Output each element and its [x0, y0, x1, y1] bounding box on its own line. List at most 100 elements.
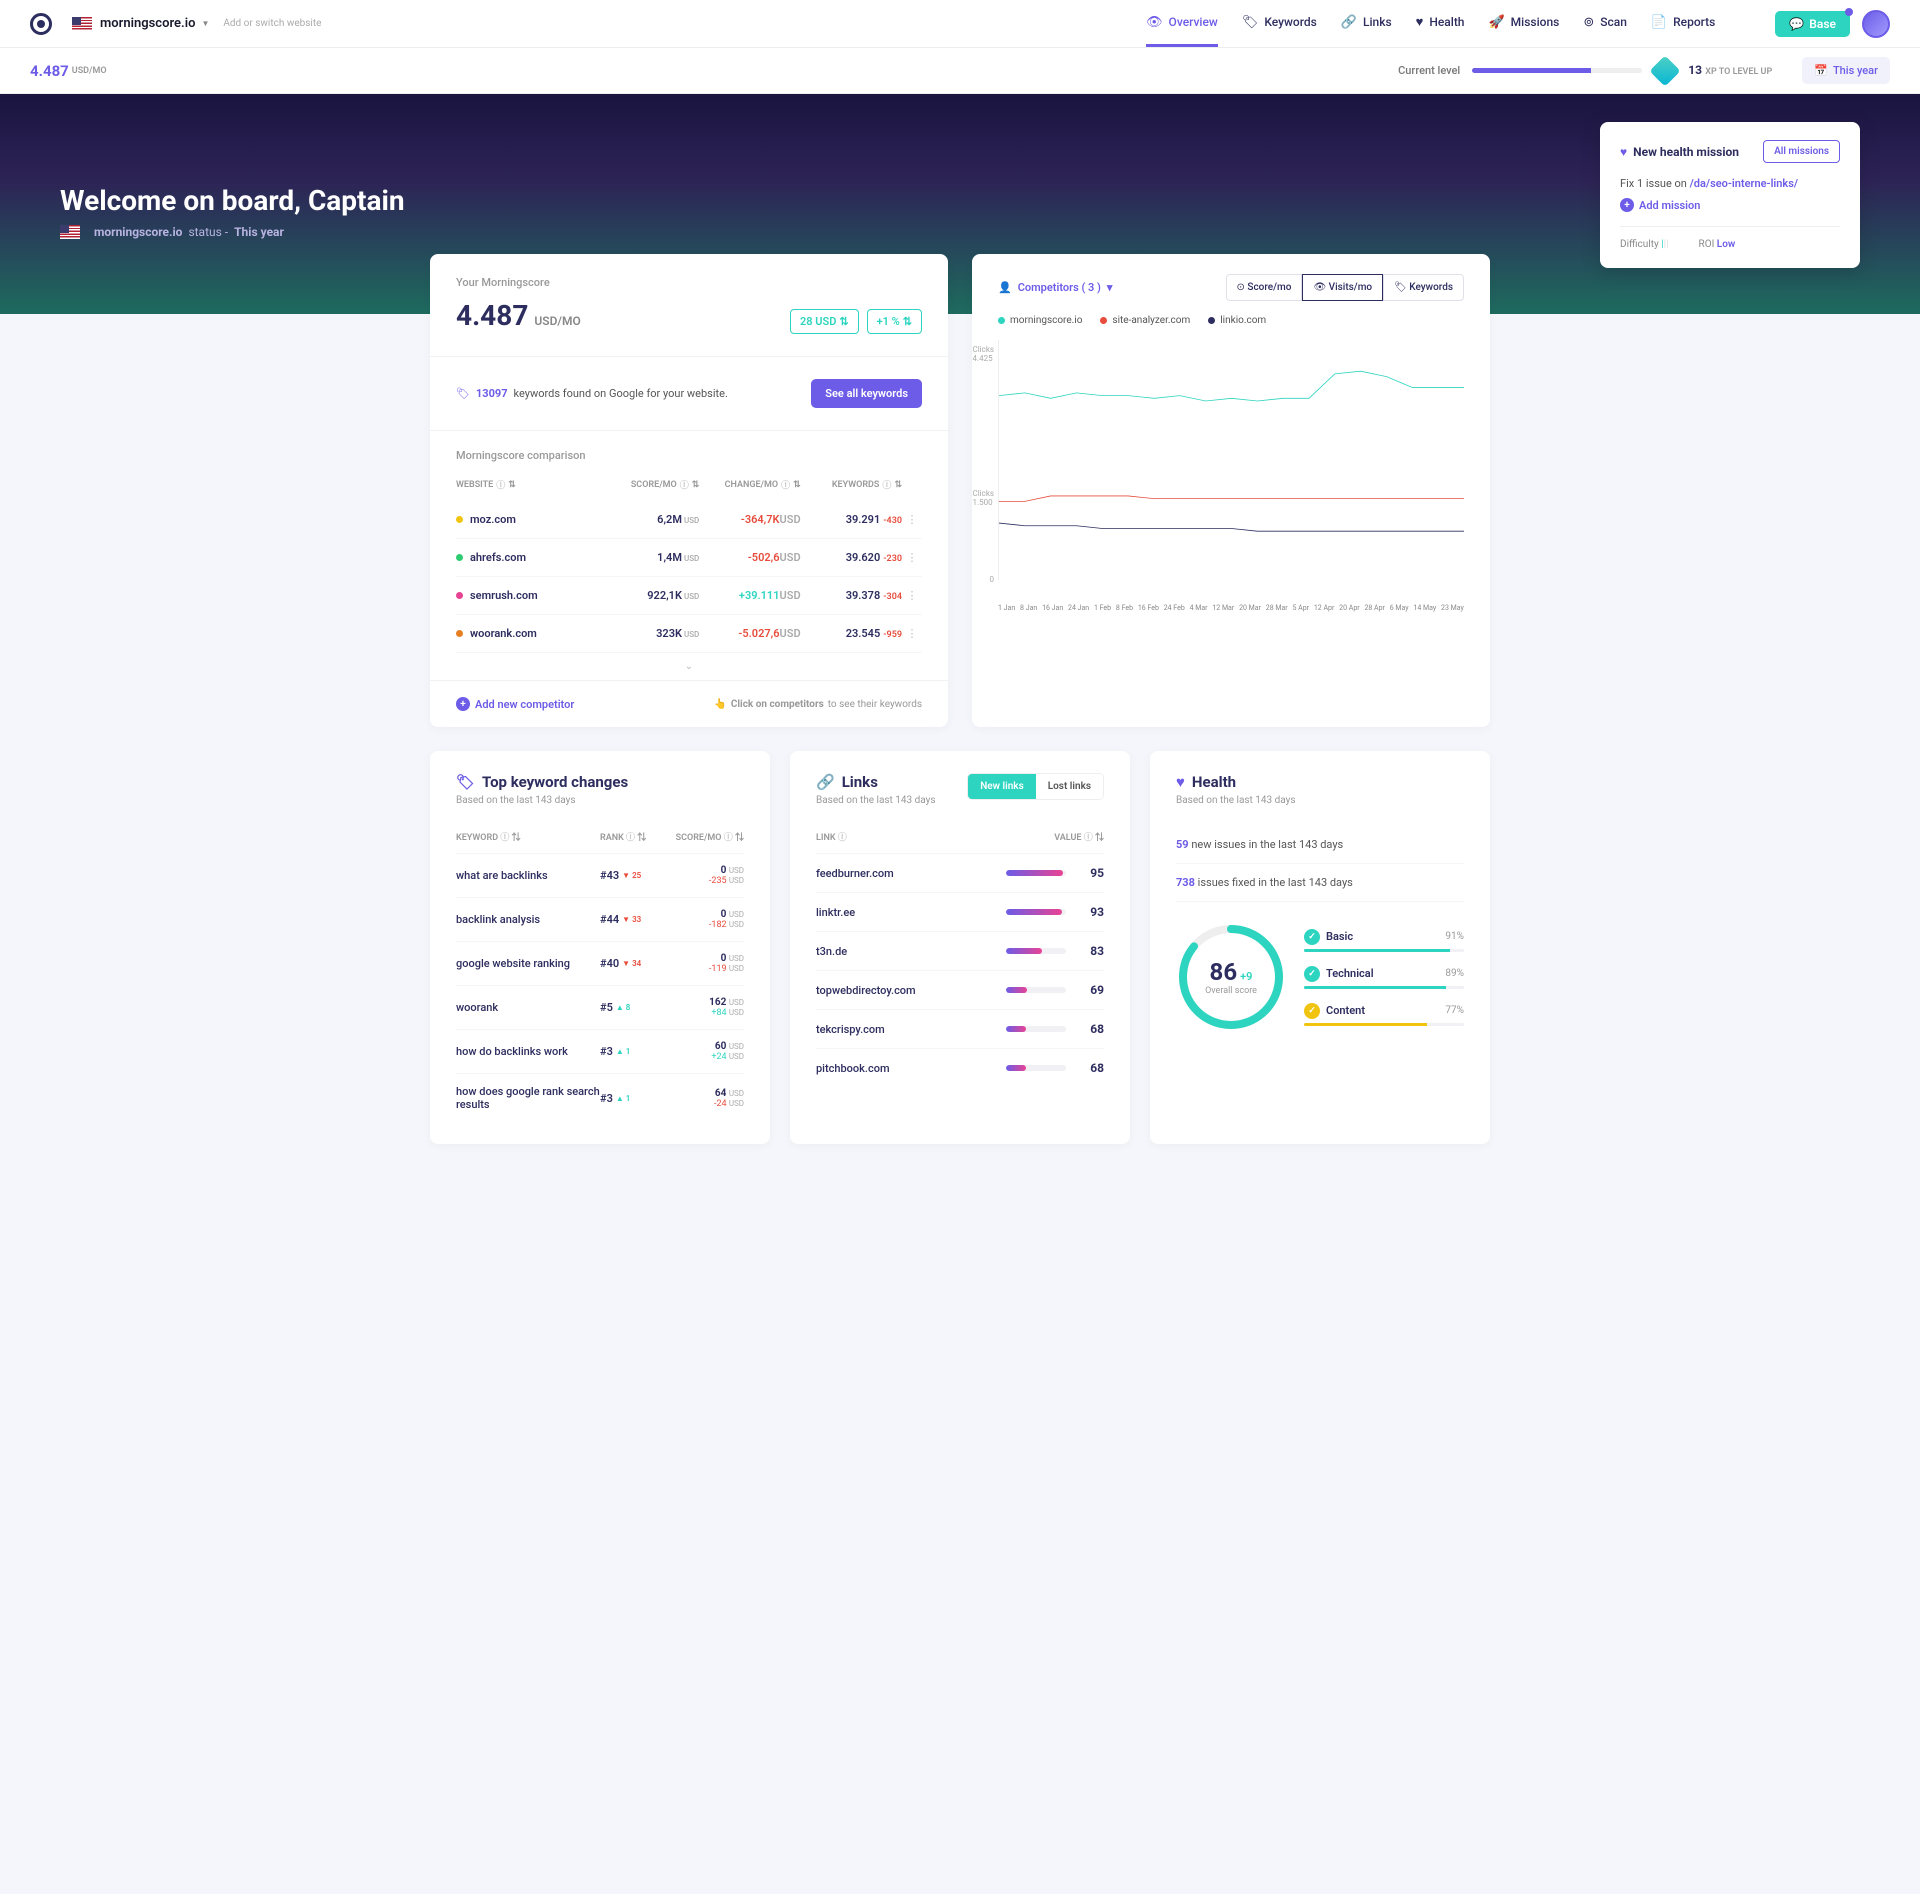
health-title: ♥ Health [1176, 773, 1464, 791]
link-row[interactable]: t3n.de83 [816, 931, 1104, 970]
xp-cube-icon [1650, 55, 1681, 86]
legend-item[interactable]: morningscore.io [998, 315, 1082, 326]
hero-title: Welcome on board, Captain [60, 184, 1860, 217]
links-toggle: New linksLost links [967, 773, 1104, 800]
keywords-header: KEYWORD ⓘ ⇅RANK ⓘ ⇅SCORE/MO ⓘ ⇅ [456, 830, 744, 853]
add-switch-website[interactable]: Add or switch website [223, 18, 321, 29]
links-sub: Based on the last 143 days [816, 795, 936, 806]
health-gauge: 86+9 Overall score [1176, 922, 1286, 1032]
keyword-row[interactable]: how do backlinks work #3 ▲ 1 60 USD+24 U… [456, 1029, 744, 1073]
keyword-row[interactable]: backlink analysis #44 ▼ 33 0 USD-182 USD [456, 897, 744, 941]
keyword-row[interactable]: google website ranking #40 ▼ 34 0 USD-11… [456, 941, 744, 985]
logo-icon[interactable] [30, 13, 52, 35]
competitor-row[interactable]: semrush.com 922,1KUSD +39.111USD 39.378-… [456, 576, 922, 614]
flag-icon [72, 17, 92, 31]
see-all-keywords-button[interactable]: See all keywords [811, 379, 922, 408]
base-button[interactable]: 💬 Base [1775, 11, 1850, 37]
sub-nav: 4.487 USD/MO Current level 13 XP TO LEVE… [0, 48, 1920, 94]
keywords-title: 🏷 Top keyword changes [456, 773, 744, 791]
caret-down-icon[interactable]: ▼ [201, 19, 209, 28]
year-filter[interactable]: 📅 This year [1802, 57, 1890, 84]
competitors-filter[interactable]: 👤 Competitors ( 3 ) ▾ [998, 281, 1112, 294]
link-row[interactable]: tekcrispy.com68 [816, 1009, 1104, 1048]
legend-item[interactable]: site-analyzer.com [1100, 315, 1190, 326]
all-missions-button[interactable]: All missions [1763, 140, 1840, 163]
more-icon[interactable]: ⋮ [902, 627, 922, 640]
competitor-row[interactable]: moz.com 6,2MUSD -364,7KUSD 39.291-430 ⋮ [456, 501, 922, 538]
competitor-row[interactable]: ahrefs.com 1,4MUSD -502,6USD 39.620-230 … [456, 538, 922, 576]
fixed-issues-stat[interactable]: 738 issues fixed in the last 143 days [1176, 864, 1464, 902]
morningscore-card: Your Morningscore 4.487 USD/MO 28 USD ⇅ … [430, 254, 948, 727]
tab-score-mo[interactable]: ⊙ Score/mo [1226, 274, 1303, 301]
visits-chart: Clicks4.425Clicks1.5000 [998, 340, 1464, 580]
nav-links[interactable]: 🔗Links [1341, 0, 1392, 47]
header-score: 4.487 [30, 62, 69, 80]
comparison-title: Morningscore comparison [456, 449, 922, 462]
nav-keywords[interactable]: 🏷Keywords [1242, 0, 1317, 47]
health-card: ♥ Health Based on the last 143 days 59 n… [1150, 751, 1490, 1144]
more-icon[interactable]: ⋮ [902, 513, 922, 526]
chart-card: 👤 Competitors ( 3 ) ▾ ⊙ Score/mo👁 Visits… [972, 254, 1490, 727]
link-row[interactable]: feedburner.com95 [816, 853, 1104, 892]
domain-name[interactable]: morningscore.io [100, 16, 195, 31]
keyword-row[interactable]: what are backlinks #43 ▼ 25 0 USD-235 US… [456, 853, 744, 897]
nav-links: 👁Overview 🏷Keywords 🔗Links ♥Health 🚀Missions… [1146, 0, 1715, 47]
xp-label: XP TO LEVEL UP [1705, 67, 1772, 77]
avatar[interactable] [1862, 10, 1890, 38]
more-icon[interactable]: ⋮ [902, 551, 922, 564]
hero-subtitle: morningscore.io status - This year [60, 225, 1860, 239]
health-cat-technical[interactable]: ✓Technical89% [1304, 966, 1464, 989]
mission-title: ♥ New health mission [1620, 145, 1739, 159]
link-row[interactable]: pitchbook.com68 [816, 1048, 1104, 1087]
nav-health[interactable]: ♥Health [1416, 0, 1465, 47]
add-mission-button[interactable]: + Add mission [1620, 198, 1840, 212]
top-nav: morningscore.io ▼ Add or switch website … [0, 0, 1920, 48]
flag-icon [60, 225, 80, 239]
keywords-card: 🏷 Top keyword changes Based on the last … [430, 751, 770, 1144]
header-score-unit: USD/MO [72, 66, 107, 76]
comparison-header: WEBSITE ⓘ ⇅SCORE/MO ⓘ ⇅CHANGE/MO ⓘ ⇅KEYW… [456, 478, 922, 501]
mission-link[interactable]: /da/seo-interne-links/ [1690, 177, 1798, 190]
links-title: 🔗 Links [816, 773, 936, 791]
legend-item[interactable]: linkio.com [1208, 315, 1266, 326]
mission-card: ♥ New health mission All missions Fix 1 … [1600, 122, 1860, 268]
nav-missions[interactable]: 🚀Missions [1488, 0, 1559, 47]
new-issues-stat[interactable]: 59 new issues in the last 143 days [1176, 826, 1464, 864]
mission-text: Fix 1 issue on /da/seo-interne-links/ [1620, 177, 1840, 190]
level-label: Current level [1398, 64, 1460, 77]
keyword-row[interactable]: woorank #5 ▲ 8 162 USD+84 USD [456, 985, 744, 1029]
nav-scan[interactable]: ⊚Scan [1583, 0, 1627, 47]
keywords-sub: Based on the last 143 days [456, 795, 744, 806]
add-competitor-button[interactable]: + Add new competitor [456, 697, 574, 711]
mission-roi: ROI Low [1699, 239, 1736, 250]
chart-legend: morningscore.io site-analyzer.com linkio.c… [972, 311, 1490, 340]
link-row[interactable]: linktr.ee93 [816, 892, 1104, 931]
kw-found-text: 🏷 13097 keywords found on Google for you… [456, 387, 728, 400]
nav-reports[interactable]: 📄Reports [1651, 0, 1715, 47]
chart-xaxis: 1 Jan8 Jan16 Jan24 Jan1 Feb8 Feb16 Feb24… [972, 598, 1490, 630]
health-categories: ✓Basic91% ✓Technical89% ✓Content77% [1304, 929, 1464, 1026]
ms-badge-usd[interactable]: 28 USD ⇅ [790, 309, 859, 334]
links-toggle-new-links[interactable]: New links [968, 774, 1036, 799]
ms-badge-pct[interactable]: +1 % ⇅ [867, 309, 922, 334]
health-cat-basic[interactable]: ✓Basic91% [1304, 929, 1464, 952]
level-bar [1472, 68, 1642, 73]
level-section: Current level 13 XP TO LEVEL UP [1398, 60, 1772, 82]
tab-visits-mo[interactable]: 👁 Visits/mo [1302, 274, 1383, 301]
competitor-row[interactable]: woorank.com 323KUSD -5.027,6USD 23.545-9… [456, 614, 922, 652]
nav-right: 💬 Base [1775, 10, 1890, 38]
ms-label: Your Morningscore [456, 276, 922, 289]
keyword-row[interactable]: how does google rank search results #3 ▲… [456, 1073, 744, 1122]
xp-value: 13 [1688, 63, 1702, 77]
more-icon[interactable]: ⋮ [902, 589, 922, 602]
chart-tabs: ⊙ Score/mo👁 Visits/mo🏷 Keywords [1226, 274, 1464, 301]
expand-toggle[interactable]: ⌄ [456, 652, 922, 680]
tab-keywords[interactable]: 🏷 Keywords [1383, 274, 1464, 301]
health-cat-content[interactable]: ✓Content77% [1304, 1003, 1464, 1026]
competitor-hint: 👆 Click on competitors to see their keyw… [714, 699, 922, 710]
links-toggle-lost-links[interactable]: Lost links [1036, 774, 1103, 799]
nav-overview[interactable]: 👁Overview [1146, 0, 1218, 47]
links-card: 🔗 Links Based on the last 143 days New l… [790, 751, 1130, 1144]
ms-value: 4.487 [456, 299, 528, 332]
link-row[interactable]: topwebdirectoy.com69 [816, 970, 1104, 1009]
